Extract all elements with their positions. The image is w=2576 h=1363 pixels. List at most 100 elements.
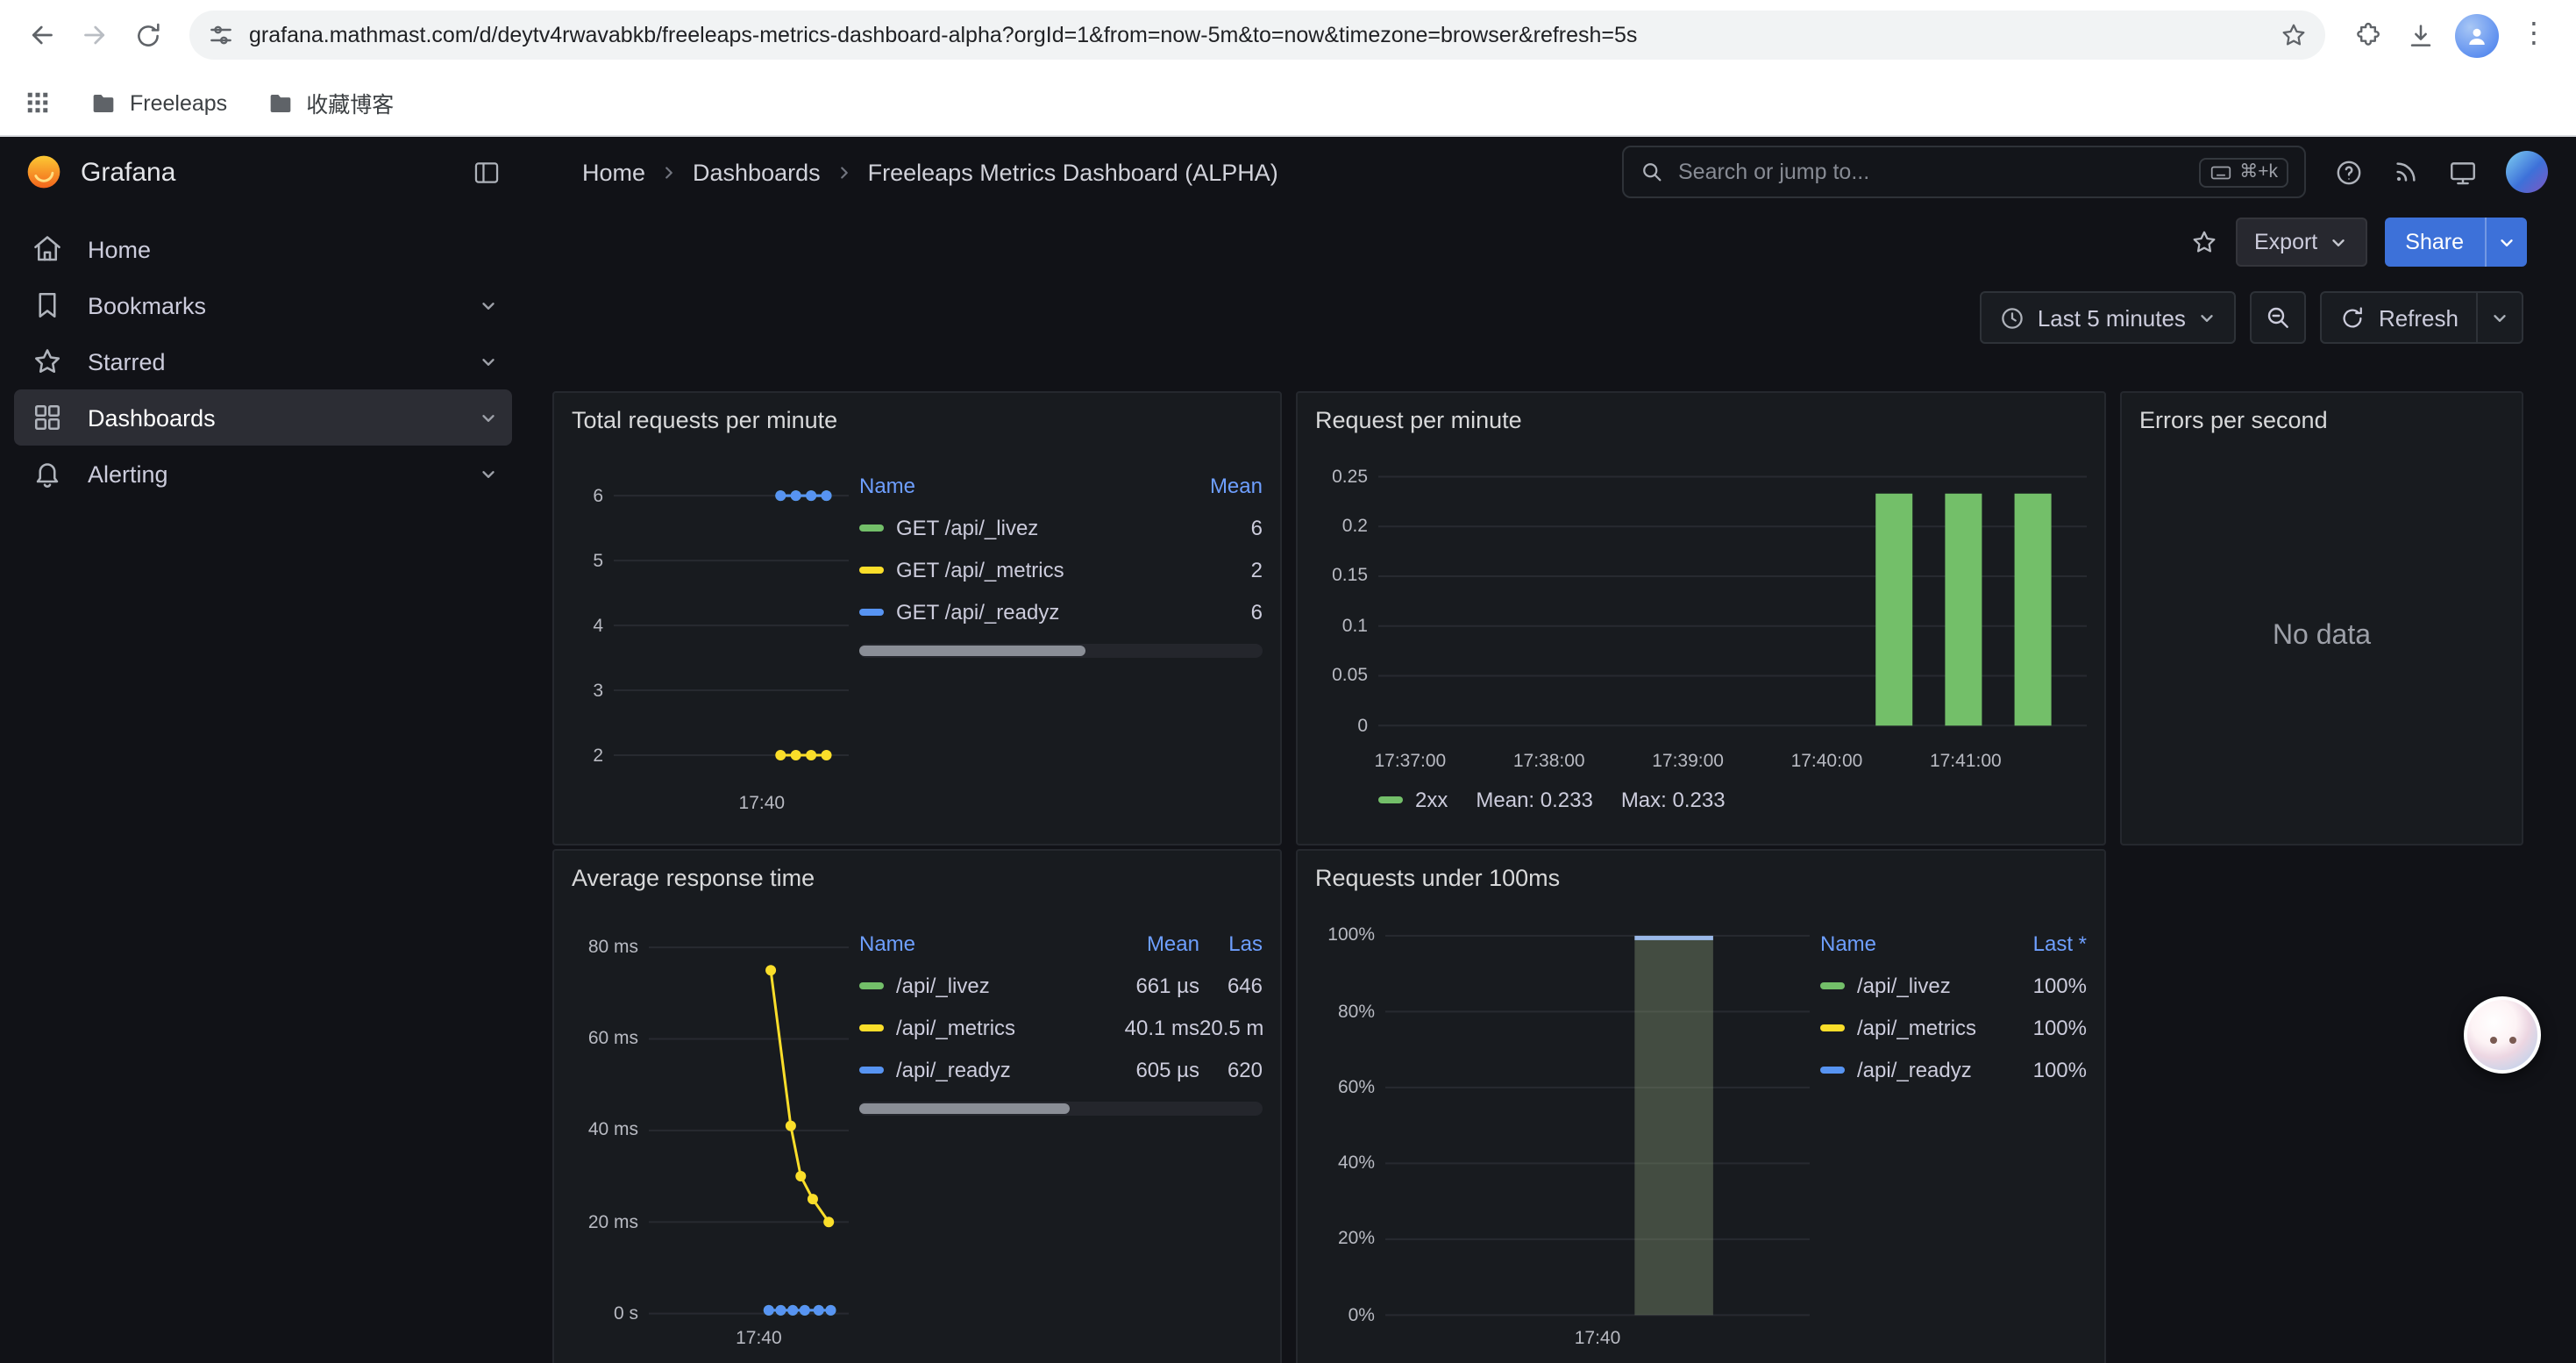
chevron-right-icon [835, 162, 854, 182]
browser-chrome: grafana.mathmast.com/d/deytv4rwavabkb/fr… [0, 0, 2576, 137]
breadcrumb-home[interactable]: Home [582, 159, 645, 185]
favorite-star-icon[interactable] [2189, 228, 2217, 256]
extensions-icon[interactable] [2343, 11, 2392, 60]
sidebar-item-dashboards[interactable]: Dashboards [14, 389, 512, 446]
dashboard-grid: Total requests per minute 65432 17:40 Na… [526, 358, 2576, 1363]
chevron-down-icon[interactable] [479, 352, 498, 371]
legend-header: NameMean [859, 465, 1263, 507]
legend-row[interactable]: GET /api/_readyz6 [859, 591, 1263, 633]
legend-row[interactable]: /api/_livez661 µs646 [859, 965, 1263, 1007]
folder-icon [266, 89, 294, 117]
request-per-minute-plot[interactable] [1378, 444, 2087, 746]
zoom-out-button[interactable] [2251, 291, 2307, 344]
grafana-logo[interactable] [25, 153, 63, 191]
bookmark-folder-freeleaps[interactable]: Freeleaps [89, 89, 227, 117]
panel-title[interactable]: Errors per second [2139, 407, 2504, 433]
dashboard-actions: Export Share [526, 207, 2576, 277]
sidebar-item-label: Starred [88, 348, 166, 375]
user-avatar[interactable] [2506, 151, 2548, 193]
news-rss-icon[interactable] [2392, 158, 2420, 186]
brand-name: Grafana [81, 157, 454, 187]
apps-icon [32, 402, 67, 433]
legend-inline: 2xx Mean: 0.233 Max: 0.233 [1315, 788, 2087, 812]
back-button[interactable] [18, 11, 67, 60]
chevron-down-icon[interactable] [479, 296, 498, 315]
panel-title[interactable]: Total requests per minute [572, 407, 1263, 433]
legend-row[interactable]: GET /api/_livez6 [859, 507, 1263, 549]
sidebar-item-home[interactable]: Home [14, 221, 512, 277]
bookmark-folder-blog[interactable]: 收藏博客 [266, 86, 394, 119]
panel-requests-under-100ms: Requests under 100ms 100%80%60%40%20%0% … [1296, 849, 2106, 1363]
main-area: Home Dashboards Freeleaps Metrics Dashbo… [526, 137, 2576, 1363]
chevron-down-icon [2497, 232, 2516, 252]
apps-grid-icon[interactable] [25, 89, 51, 116]
clock-icon [1999, 304, 2025, 331]
panel-title[interactable]: Requests under 100ms [1315, 865, 2087, 891]
bookmark-icon [32, 289, 67, 321]
panel-total-requests: Total requests per minute 65432 17:40 Na… [552, 391, 1282, 846]
chevron-right-icon [659, 162, 679, 182]
refresh-interval-button[interactable] [2478, 291, 2523, 344]
legend-row[interactable]: GET /api/_metrics2 [859, 549, 1263, 591]
total-requests-plot[interactable] [614, 444, 849, 788]
dock-sidebar-icon[interactable] [472, 157, 502, 187]
zoom-out-icon [2265, 303, 2293, 332]
requests-under-100ms-plot[interactable] [1385, 902, 1810, 1323]
address-bar[interactable]: grafana.mathmast.com/d/deytv4rwavabkb/fr… [189, 11, 2325, 60]
avg-response-time-plot[interactable] [649, 902, 849, 1323]
chevron-down-icon[interactable] [479, 464, 498, 483]
sidebar-item-starred[interactable]: Starred [14, 333, 512, 389]
search-placeholder: Search or jump to... [1678, 160, 2185, 184]
chevron-down-icon [2490, 308, 2509, 327]
scrollbar-thumb[interactable] [859, 1103, 1069, 1114]
forward-button[interactable] [70, 11, 119, 60]
help-icon[interactable] [2334, 157, 2364, 187]
legend-max: Max: 0.233 [1621, 788, 1726, 812]
legend-scrollbar[interactable] [859, 1102, 1263, 1116]
sidebar-nav: Home Bookmarks Starred Dashboards [0, 207, 526, 502]
legend-scrollbar[interactable] [859, 644, 1263, 658]
downloads-icon[interactable] [2395, 11, 2444, 60]
x-axis-labels: 17:40 [1385, 1323, 1810, 1354]
chevron-down-icon [2328, 232, 2347, 252]
legend-series-2xx[interactable]: 2xx [1378, 788, 1448, 812]
sidebar-item-label: Home [88, 236, 151, 262]
share-menu-button[interactable] [2485, 218, 2527, 267]
x-axis-labels: 17:40 [649, 1323, 849, 1354]
legend-table: NameMeanLas/api/_livez661 µs646/api/_met… [859, 923, 1263, 1091]
legend-row[interactable]: /api/_readyz100% [1820, 1049, 2087, 1091]
time-range-picker[interactable]: Last 5 minutes [1980, 291, 2237, 344]
panel-errors-per-second: Errors per second No data [2120, 391, 2523, 846]
panel-title[interactable]: Request per minute [1315, 407, 2087, 433]
refresh-button[interactable]: Refresh [2321, 291, 2478, 344]
browser-menu-icon[interactable]: ⋮ [2509, 11, 2558, 60]
sidebar: Grafana Home Bookmarks Starred [0, 137, 526, 1363]
floating-assistant-avatar[interactable] [2464, 996, 2541, 1074]
share-button[interactable]: Share [2384, 218, 2485, 267]
legend-block: NameMeanGET /api/_livez6GET /api/_metric… [859, 465, 1263, 830]
export-button[interactable]: Export [2235, 218, 2366, 267]
bookmark-star-icon[interactable] [2280, 21, 2308, 49]
sidebar-item-bookmarks[interactable]: Bookmarks [14, 277, 512, 333]
monitor-icon[interactable] [2448, 157, 2478, 187]
legend-block: NameMeanLas/api/_livez661 µs646/api/_met… [859, 923, 1263, 1363]
panel-title[interactable]: Average response time [572, 865, 1263, 891]
breadcrumb-dashboards[interactable]: Dashboards [693, 159, 821, 185]
person-icon [2464, 22, 2490, 48]
reload-button[interactable] [123, 11, 172, 60]
legend-row[interactable]: /api/_livez100% [1820, 965, 2087, 1007]
chevron-down-icon[interactable] [479, 408, 498, 427]
x-axis-labels: 17:37:0017:38:0017:39:0017:40:0017:41:00 [1378, 746, 2087, 777]
browser-profile-avatar[interactable] [2455, 13, 2499, 57]
search-input[interactable]: Search or jump to... ⌘+k [1622, 146, 2306, 198]
legend-row[interactable]: /api/_readyz605 µs620 [859, 1049, 1263, 1091]
legend-row[interactable]: /api/_metrics100% [1820, 1007, 2087, 1049]
legend-row[interactable]: /api/_metrics40.1 ms20.5 m [859, 1007, 1263, 1049]
sidebar-item-alerting[interactable]: Alerting [14, 446, 512, 502]
bookmarks-bar: Freeleaps 收藏博客 [0, 70, 2576, 137]
legend-table: NameLast */api/_livez100%/api/_metrics10… [1820, 923, 2087, 1091]
back-arrow-icon [26, 19, 58, 51]
panel-average-response-time: Average response time 80 ms60 ms40 ms20 … [552, 849, 1282, 1363]
scrollbar-thumb[interactable] [859, 646, 1085, 656]
site-settings-icon[interactable] [207, 21, 235, 49]
